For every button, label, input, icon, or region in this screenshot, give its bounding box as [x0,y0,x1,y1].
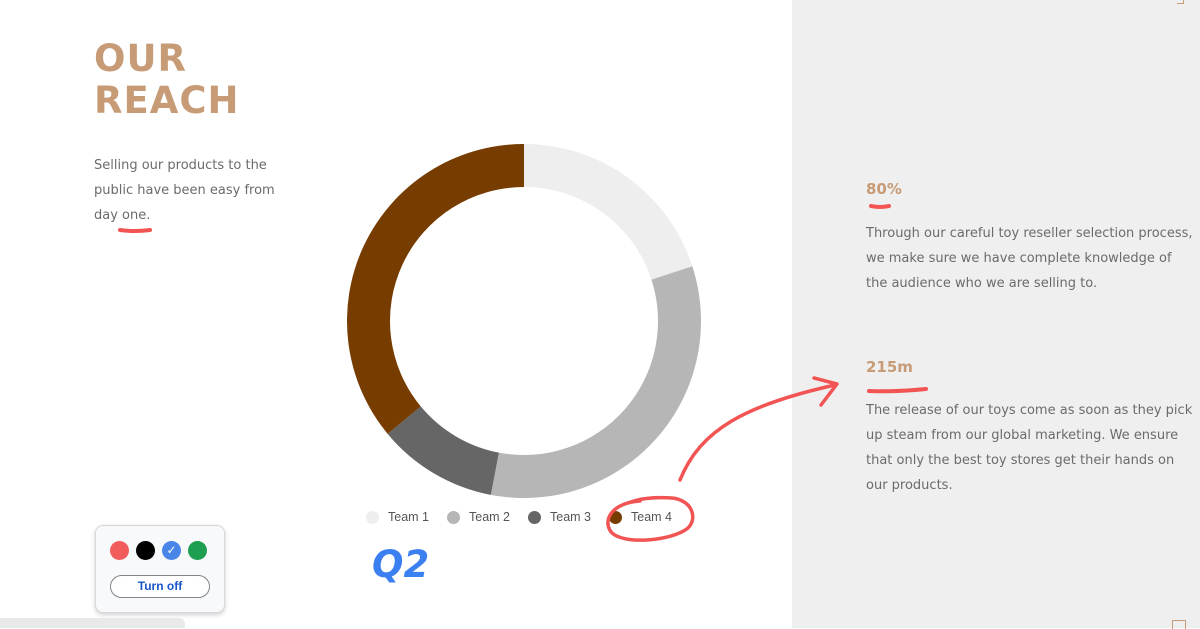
underline-annotation-one [118,228,152,233]
arrow-annotation [678,383,837,482]
turn-off-button[interactable]: Turn off [110,575,210,598]
bottom-toolbar[interactable] [0,618,185,628]
pen-toolbar: ✓ Turn off [95,525,225,613]
underline-annotation-215m [867,387,928,394]
pen-color-swatches: ✓ [110,541,207,560]
checkmark-icon: ✓ [166,543,177,557]
arrow-head-annotation [812,376,839,407]
pen-color-red[interactable] [110,541,129,560]
handwritten-q2: Q2 [372,543,429,586]
pen-color-green[interactable] [188,541,207,560]
underline-annotation-80 [869,204,891,209]
pen-color-blue[interactable]: ✓ [162,541,181,560]
pen-color-black[interactable] [136,541,155,560]
circle-annotation-team4 [606,495,695,542]
